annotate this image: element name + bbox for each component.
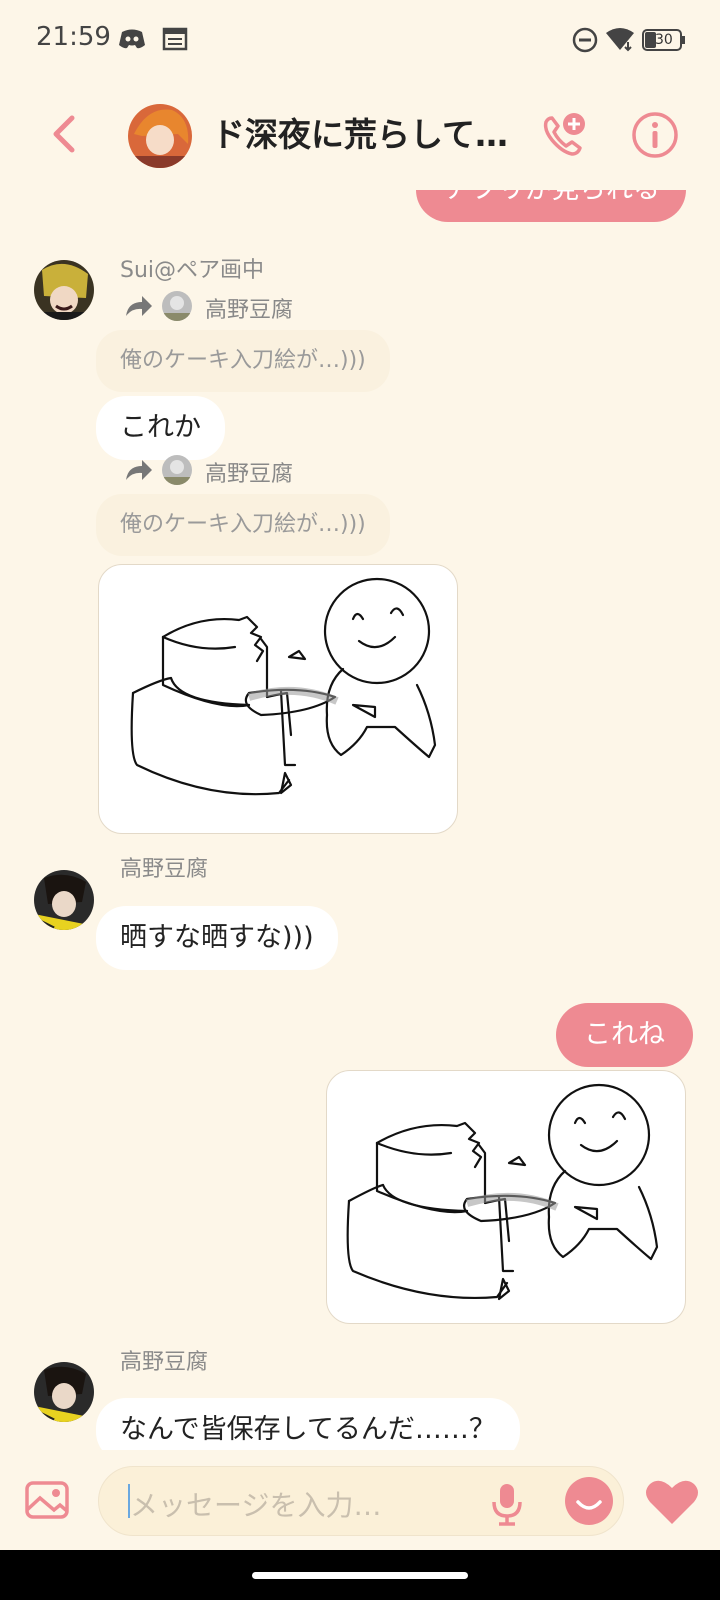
group-avatar[interactable] <box>128 104 192 168</box>
message-bubble-outgoing[interactable]: これね <box>556 1003 693 1067</box>
mic-icon[interactable] <box>490 1482 524 1530</box>
forwarded-from-name: 高野豆腐 <box>205 298 294 323</box>
quoted-message[interactable]: 俺のケーキ入刀絵が…))) <box>96 494 390 556</box>
home-indicator[interactable] <box>252 1572 468 1579</box>
sender-name: 高野豆腐 <box>120 857 209 882</box>
shared-image[interactable] <box>326 1070 686 1324</box>
add-call-icon[interactable] <box>538 110 588 164</box>
forward-icon <box>124 458 154 486</box>
status-bar: 21:59 30 <box>0 0 720 80</box>
info-icon[interactable] <box>630 110 680 164</box>
emoji-icon[interactable] <box>564 1476 614 1530</box>
avatar[interactable] <box>34 260 94 320</box>
avatar[interactable] <box>34 1362 94 1422</box>
image-icon[interactable] <box>24 1480 70 1524</box>
forwarded-from-name: 高野豆腐 <box>205 462 294 487</box>
message-bubble-incoming[interactable]: これか <box>96 396 225 460</box>
dnd-icon <box>572 27 598 57</box>
sender-name: 高野豆腐 <box>120 1350 209 1375</box>
back-icon[interactable] <box>48 114 78 158</box>
status-time: 21:59 <box>36 22 111 52</box>
quoted-message[interactable]: 俺のケーキ入刀絵が…))) <box>96 330 390 392</box>
forward-avatar <box>162 291 192 321</box>
chat-area[interactable]: アプリが見られる Sui@ペア画中 高野豆腐 俺のケーキ入刀絵が…))) これか… <box>0 180 720 1450</box>
sender-name: Sui@ペア画中 <box>120 258 265 283</box>
wifi-icon <box>604 26 636 56</box>
message-input-placeholder: メッセージを入力… <box>130 1489 382 1522</box>
battery-level: 30 <box>655 32 673 48</box>
shared-image[interactable] <box>98 564 458 834</box>
chat-title[interactable]: ド深夜に荒らして… <box>212 108 508 156</box>
discord-icon <box>118 28 146 54</box>
message-bubble-incoming[interactable]: 晒すな晒すな))) <box>96 906 338 970</box>
message-bubble-incoming[interactable]: なんで皆保存してるんだ……？ <box>96 1398 520 1450</box>
forward-icon <box>124 294 154 322</box>
avatar[interactable] <box>34 870 94 930</box>
heart-icon[interactable] <box>644 1478 700 1530</box>
forward-avatar <box>162 455 192 485</box>
calendar-icon <box>162 26 188 56</box>
